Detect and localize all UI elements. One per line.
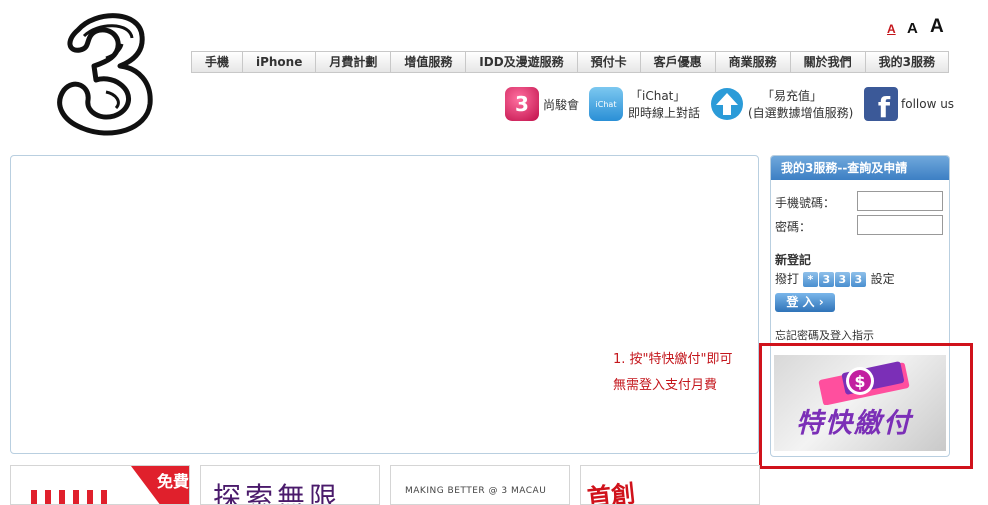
phone-number-input[interactable] <box>857 191 943 211</box>
password-input[interactable] <box>857 215 943 235</box>
ichat-subtitle[interactable]: 即時線上對話 <box>628 105 700 121</box>
promo-graphic <box>31 490 111 504</box>
nav-item-phones[interactable]: 手機 <box>192 52 243 72</box>
pay-note-line2: 無需登入支付月費 <box>613 378 718 393</box>
font-small-button[interactable]: A <box>887 22 896 36</box>
font-medium-button[interactable]: A <box>907 20 918 37</box>
nav-item-offers[interactable]: 客戶優惠 <box>641 52 716 72</box>
service-box-title: 我的3服務--查詢及申請 <box>771 156 949 180</box>
setup-label: 設定 <box>870 272 895 286</box>
facebook-follow-link[interactable]: follow us <box>901 96 954 112</box>
promo-tile-4-text: 首創 <box>585 479 637 505</box>
nav-item-business[interactable]: 商業服務 <box>716 52 791 72</box>
ichat-icon[interactable]: iChat <box>589 87 623 121</box>
promo-tile-2[interactable]: 探索無限 <box>200 465 380 505</box>
nav-item-value-added[interactable]: 增值服務 <box>391 52 467 72</box>
nav-item-idd-roaming[interactable]: IDD及漫遊服務 <box>466 52 578 72</box>
register-title: 新登記 <box>775 253 812 267</box>
promo-tile-3[interactable]: MAKING BETTER @ 3 MACAU <box>390 465 570 505</box>
password-label: 密碼： <box>775 220 812 234</box>
nav-item-monthly-plans[interactable]: 月費計劃 <box>316 52 392 72</box>
promo-tile-4[interactable]: 首創 <box>580 465 760 505</box>
dial-instruction: 撥打 * 3 3 3 設定 <box>775 270 895 287</box>
ichat-title[interactable]: 「iChat」 <box>630 88 685 104</box>
nav-item-my3[interactable]: 我的3服務 <box>866 52 948 72</box>
nav-item-iphone[interactable]: iPhone <box>243 52 317 72</box>
phone-label: 手機號碼： <box>775 196 836 210</box>
dial-key: * <box>802 272 818 287</box>
top-up-title[interactable]: 「易充值」 <box>762 88 822 104</box>
three-club-link[interactable]: 尚駿會 <box>543 97 579 113</box>
highlight-box <box>759 343 973 469</box>
font-large-button[interactable]: A <box>930 16 944 38</box>
svg-text:f: f <box>878 91 891 121</box>
upload-arrow-icon[interactable] <box>710 87 744 121</box>
pay-note-line1: 1. 按"特快繳付"即可 <box>613 352 733 367</box>
main-nav: 手機 iPhone 月費計劃 增值服務 IDD及漫遊服務 預付卡 客戶優惠 商業… <box>191 51 949 73</box>
facebook-icon[interactable]: f <box>864 87 898 124</box>
main-content-panel <box>10 155 759 454</box>
promo-tile-3-text: MAKING BETTER @ 3 MACAU <box>405 486 547 496</box>
nav-item-about[interactable]: 關於我們 <box>791 52 866 72</box>
top-up-subtitle[interactable]: (自選數據增值服務) <box>748 105 853 121</box>
login-button[interactable]: 登 入 › <box>775 293 835 312</box>
promo-tile-1[interactable]: 免費 <box>10 465 190 505</box>
dial-label: 撥打 <box>775 272 800 286</box>
dial-key: 3 <box>850 272 866 287</box>
dial-key: 3 <box>818 272 834 287</box>
svg-text:iChat: iChat <box>596 100 617 109</box>
three-logo[interactable] <box>50 8 160 138</box>
three-club-icon[interactable]: 3 <box>505 87 539 121</box>
dial-key: 3 <box>834 272 850 287</box>
svg-text:3: 3 <box>515 92 529 116</box>
nav-item-prepaid[interactable]: 預付卡 <box>578 52 641 72</box>
forgot-password-link[interactable]: 忘記密碼及登入指示 <box>775 327 874 343</box>
free-badge-label: 免費 <box>157 472 190 491</box>
